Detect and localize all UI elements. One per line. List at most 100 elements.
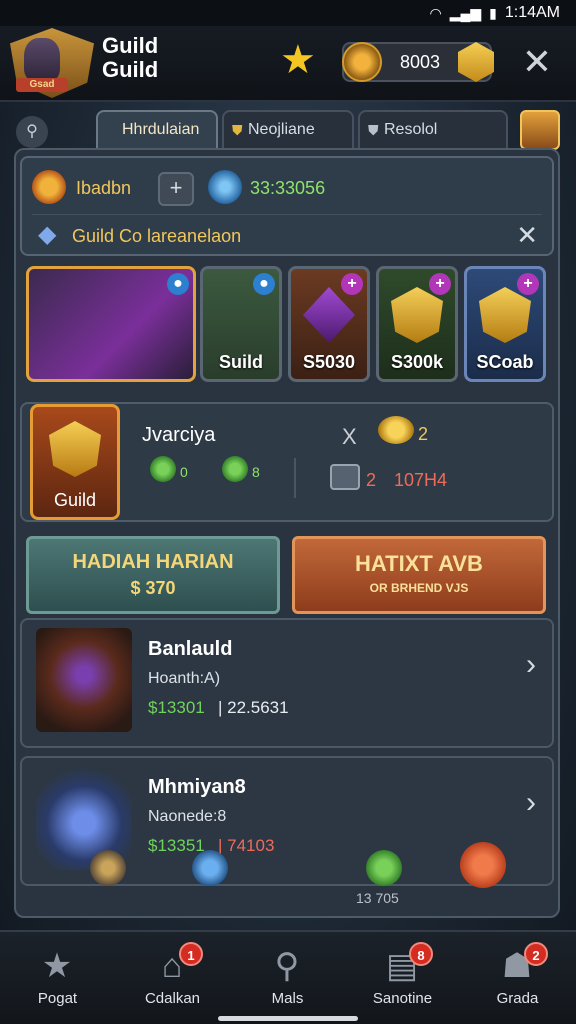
gold-gem-icon	[458, 42, 494, 82]
plus-badge-icon: +	[429, 273, 451, 295]
info-sub-label: Guild Co lareanelaon	[72, 226, 242, 246]
nav-item-sanotine[interactable]: ▤ 8 Sanotine	[345, 932, 460, 1024]
tab-hhrdulaian[interactable]: Hhrdulaian	[96, 110, 218, 150]
notification-badge: 2	[524, 942, 548, 966]
divider	[294, 458, 296, 498]
info-badge-icon: ●	[167, 273, 189, 295]
coin-icon	[342, 42, 382, 82]
book-icon	[391, 287, 443, 343]
guild-name: Jvarciya	[142, 424, 216, 446]
nav-label: Grada	[496, 990, 539, 1007]
list-item-price: $13301	[148, 698, 205, 717]
bottom-nav: ★ Pogat ⌂ 1 Cdalkan ⚲ Mals ▤ 8 Sanotine …	[0, 930, 576, 1024]
list-item-title: Banlauld	[148, 638, 233, 660]
guild-info-box: Ibadbn + 33:33056 ◆ Guild Co lareanelaon…	[20, 156, 554, 256]
wifi-icon: ◠	[429, 4, 442, 21]
status-bar: ◠ ▂▄▆ ▮ 1:14AM	[0, 0, 576, 26]
nav-label: Sanotine	[372, 990, 433, 1007]
nav-label: Mals	[271, 990, 304, 1007]
currency-value: 8003	[400, 52, 441, 72]
list-item[interactable]: Banlauld Hoanth:A) $13301 | 22.5631 ›	[20, 618, 554, 748]
search-icon[interactable]: ⚲	[16, 116, 48, 148]
home-indicator[interactable]	[218, 1016, 358, 1021]
tab-neojliane[interactable]: ⛊ Neojliane	[222, 110, 354, 150]
activate-button[interactable]: HATIXT AVB OR BRHEND VJS	[292, 536, 546, 614]
chat-icon[interactable]	[460, 842, 506, 888]
nav-item-pogat[interactable]: ★ Pogat	[0, 932, 115, 1024]
top-header: Gsad Guild Guild ★ 8003 ✕	[0, 26, 576, 102]
helmet-icon	[90, 850, 126, 886]
currency-pill[interactable]: 8003	[342, 42, 494, 82]
nav-label: Cdalkan	[144, 990, 201, 1007]
list-item-subtitle: Naonede:8	[148, 808, 227, 825]
add-button[interactable]: +	[158, 172, 194, 206]
hero-cards: ● ● Suild + S5030 + S300k + SCoab	[26, 266, 550, 384]
guild-icon-button[interactable]: Guild	[30, 404, 120, 520]
orb-icon	[208, 170, 242, 204]
tab-label: Hhrdulaian	[122, 121, 200, 138]
event-icon[interactable]	[520, 110, 560, 150]
card-label: S300k	[390, 352, 444, 372]
hero-card[interactable]: ●	[26, 266, 196, 382]
hero-card[interactable]: ● Suild	[200, 266, 282, 382]
list-item-subtitle: Hoanth:A)	[148, 670, 221, 687]
search-icon: ⚲	[274, 947, 300, 985]
coin-icon	[378, 416, 414, 444]
chevron-right-icon[interactable]: ›	[526, 786, 536, 820]
nav-label: Pogat	[37, 990, 78, 1007]
tab-label: Resolol	[384, 121, 438, 138]
crystal-icon	[303, 287, 355, 343]
gem-icon: ◆	[38, 221, 57, 248]
box-value: 2	[366, 470, 377, 490]
battery-icon: ▮	[489, 4, 497, 21]
item-card[interactable]: + SCoab	[464, 266, 546, 382]
green-token-icon	[150, 456, 176, 482]
token-value: 8	[252, 464, 260, 480]
green-token-icon	[222, 456, 248, 482]
orb-icon	[192, 850, 228, 886]
guild-summary-row: Guild Jvarciya 0 8 X 2 2 107H4	[20, 402, 554, 522]
shield-icon: ⛊	[232, 122, 243, 138]
item-card[interactable]: + S5030	[288, 266, 370, 382]
emblem-tag: Gsad	[16, 78, 68, 92]
nav-item-cdalkan[interactable]: ⌂ 1 Cdalkan	[115, 932, 230, 1024]
box-icon	[330, 464, 360, 490]
info-label: Ibadbn	[76, 178, 132, 198]
info-badge-icon: ●	[253, 273, 275, 295]
star-icon[interactable]: ★	[280, 38, 316, 82]
avatar	[24, 38, 60, 82]
tab-resolol[interactable]: ⛊ Resolol	[358, 110, 508, 150]
sun-icon	[32, 170, 66, 204]
box-value-secondary: 107H4	[394, 470, 448, 490]
info-value: 33:33056	[250, 178, 326, 198]
daily-reward-title: HADIAH HARIAN	[72, 551, 234, 573]
guild-shield-icon	[49, 421, 101, 477]
card-label: SCoab	[476, 352, 534, 372]
card-label: S5030	[302, 352, 356, 372]
tab-label: Neojliane	[248, 121, 315, 138]
item-card[interactable]: + S300k	[376, 266, 458, 382]
reward-icons: 13 705	[20, 842, 554, 910]
nav-item-mals[interactable]: ⚲ Mals	[230, 932, 345, 1024]
daily-reward-button[interactable]: HADIAH HARIAN $ 370	[26, 536, 280, 614]
status-time: 1:14AM	[504, 4, 560, 21]
close-icon[interactable]: ✕	[522, 42, 552, 82]
reward-value: 13 705	[356, 890, 399, 906]
list-item-title: Mhmiyan8	[148, 776, 246, 798]
plus-badge-icon: +	[517, 273, 539, 295]
shield-icon: ⛊	[368, 122, 379, 138]
close-icon[interactable]: ✕	[516, 220, 538, 251]
nav-item-grada[interactable]: ☗ 2 Grada	[460, 932, 575, 1024]
notification-badge: 8	[409, 942, 433, 966]
coin-value: 2	[418, 424, 429, 444]
activate-title: HATIXT AVB	[355, 551, 483, 576]
list-item-value: | 22.5631	[218, 698, 289, 717]
daily-reward-amount: $ 370	[130, 578, 176, 598]
signal-icon: ▂▄▆	[449, 4, 482, 21]
token-value: 0	[180, 464, 188, 480]
notification-badge: 1	[179, 942, 203, 966]
main-panel: Ibadbn + 33:33056 ◆ Guild Co lareanelaon…	[14, 148, 560, 918]
chevron-right-icon[interactable]: ›	[526, 648, 536, 682]
page-title: Guild Guild	[102, 33, 159, 82]
card-label: Suild	[219, 352, 263, 372]
